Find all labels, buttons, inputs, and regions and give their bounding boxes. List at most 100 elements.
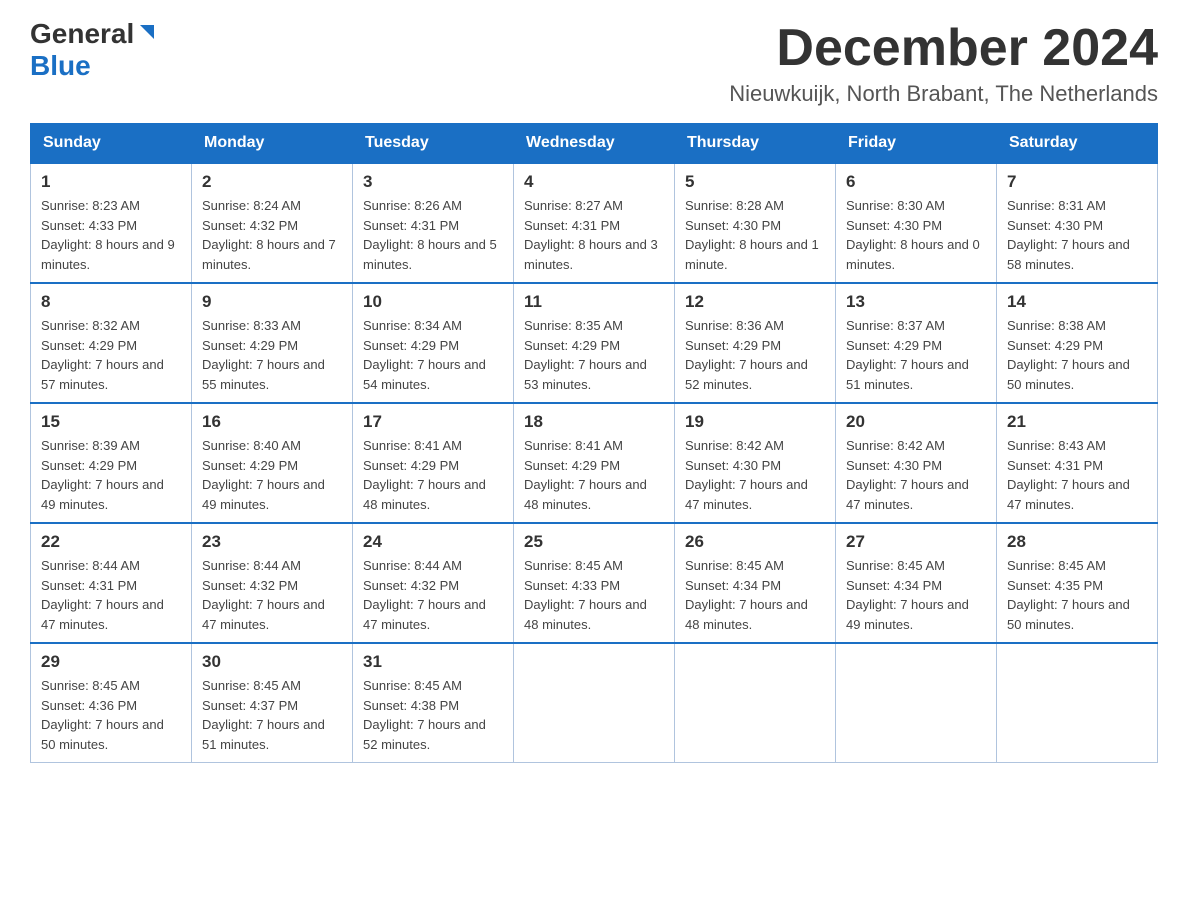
table-row: 5 Sunrise: 8:28 AM Sunset: 4:30 PM Dayli… [675,163,836,283]
table-row: 17 Sunrise: 8:41 AM Sunset: 4:29 PM Dayl… [353,403,514,523]
day-info: Sunrise: 8:37 AM Sunset: 4:29 PM Dayligh… [846,316,986,394]
table-row: 30 Sunrise: 8:45 AM Sunset: 4:37 PM Dayl… [192,643,353,763]
day-info: Sunrise: 8:41 AM Sunset: 4:29 PM Dayligh… [524,436,664,514]
day-number: 30 [202,652,342,672]
calendar-week-row: 8 Sunrise: 8:32 AM Sunset: 4:29 PM Dayli… [31,283,1158,403]
table-row: 3 Sunrise: 8:26 AM Sunset: 4:31 PM Dayli… [353,163,514,283]
main-title: December 2024 [729,20,1158,77]
day-number: 2 [202,172,342,192]
table-row: 31 Sunrise: 8:45 AM Sunset: 4:38 PM Dayl… [353,643,514,763]
logo-general: General [30,20,134,48]
day-info: Sunrise: 8:45 AM Sunset: 4:37 PM Dayligh… [202,676,342,754]
title-section: December 2024 Nieuwkuijk, North Brabant,… [729,20,1158,107]
table-row [675,643,836,763]
day-number: 10 [363,292,503,312]
table-row: 15 Sunrise: 8:39 AM Sunset: 4:29 PM Dayl… [31,403,192,523]
table-row: 22 Sunrise: 8:44 AM Sunset: 4:31 PM Dayl… [31,523,192,643]
table-row: 12 Sunrise: 8:36 AM Sunset: 4:29 PM Dayl… [675,283,836,403]
table-row: 21 Sunrise: 8:43 AM Sunset: 4:31 PM Dayl… [997,403,1158,523]
day-info: Sunrise: 8:23 AM Sunset: 4:33 PM Dayligh… [41,196,181,274]
day-number: 1 [41,172,181,192]
day-info: Sunrise: 8:45 AM Sunset: 4:38 PM Dayligh… [363,676,503,754]
table-row: 8 Sunrise: 8:32 AM Sunset: 4:29 PM Dayli… [31,283,192,403]
day-info: Sunrise: 8:44 AM Sunset: 4:32 PM Dayligh… [202,556,342,634]
table-row: 24 Sunrise: 8:44 AM Sunset: 4:32 PM Dayl… [353,523,514,643]
day-info: Sunrise: 8:32 AM Sunset: 4:29 PM Dayligh… [41,316,181,394]
day-number: 24 [363,532,503,552]
table-row [836,643,997,763]
day-number: 21 [1007,412,1147,432]
day-number: 7 [1007,172,1147,192]
day-info: Sunrise: 8:34 AM Sunset: 4:29 PM Dayligh… [363,316,503,394]
day-number: 12 [685,292,825,312]
calendar-header-row: Sunday Monday Tuesday Wednesday Thursday… [31,124,1158,164]
day-number: 23 [202,532,342,552]
table-row: 20 Sunrise: 8:42 AM Sunset: 4:30 PM Dayl… [836,403,997,523]
day-info: Sunrise: 8:45 AM Sunset: 4:36 PM Dayligh… [41,676,181,754]
day-info: Sunrise: 8:44 AM Sunset: 4:32 PM Dayligh… [363,556,503,634]
day-info: Sunrise: 8:24 AM Sunset: 4:32 PM Dayligh… [202,196,342,274]
page-header: General Blue December 2024 Nieuwkuijk, N… [30,20,1158,107]
header-friday: Friday [836,124,997,164]
day-info: Sunrise: 8:45 AM Sunset: 4:35 PM Dayligh… [1007,556,1147,634]
day-info: Sunrise: 8:42 AM Sunset: 4:30 PM Dayligh… [685,436,825,514]
day-number: 28 [1007,532,1147,552]
table-row [514,643,675,763]
day-number: 27 [846,532,986,552]
day-number: 8 [41,292,181,312]
day-number: 20 [846,412,986,432]
day-info: Sunrise: 8:33 AM Sunset: 4:29 PM Dayligh… [202,316,342,394]
day-number: 11 [524,292,664,312]
table-row: 29 Sunrise: 8:45 AM Sunset: 4:36 PM Dayl… [31,643,192,763]
day-info: Sunrise: 8:45 AM Sunset: 4:33 PM Dayligh… [524,556,664,634]
table-row: 13 Sunrise: 8:37 AM Sunset: 4:29 PM Dayl… [836,283,997,403]
day-number: 17 [363,412,503,432]
day-info: Sunrise: 8:45 AM Sunset: 4:34 PM Dayligh… [685,556,825,634]
day-number: 14 [1007,292,1147,312]
day-info: Sunrise: 8:42 AM Sunset: 4:30 PM Dayligh… [846,436,986,514]
day-number: 6 [846,172,986,192]
day-info: Sunrise: 8:44 AM Sunset: 4:31 PM Dayligh… [41,556,181,634]
calendar-table: Sunday Monday Tuesday Wednesday Thursday… [30,123,1158,763]
day-info: Sunrise: 8:35 AM Sunset: 4:29 PM Dayligh… [524,316,664,394]
day-number: 31 [363,652,503,672]
subtitle: Nieuwkuijk, North Brabant, The Netherlan… [729,81,1158,107]
table-row: 4 Sunrise: 8:27 AM Sunset: 4:31 PM Dayli… [514,163,675,283]
header-monday: Monday [192,124,353,164]
table-row: 23 Sunrise: 8:44 AM Sunset: 4:32 PM Dayl… [192,523,353,643]
table-row: 25 Sunrise: 8:45 AM Sunset: 4:33 PM Dayl… [514,523,675,643]
table-row: 9 Sunrise: 8:33 AM Sunset: 4:29 PM Dayli… [192,283,353,403]
table-row: 2 Sunrise: 8:24 AM Sunset: 4:32 PM Dayli… [192,163,353,283]
day-number: 15 [41,412,181,432]
day-number: 3 [363,172,503,192]
day-info: Sunrise: 8:36 AM Sunset: 4:29 PM Dayligh… [685,316,825,394]
day-number: 25 [524,532,664,552]
day-info: Sunrise: 8:26 AM Sunset: 4:31 PM Dayligh… [363,196,503,274]
day-number: 22 [41,532,181,552]
table-row: 18 Sunrise: 8:41 AM Sunset: 4:29 PM Dayl… [514,403,675,523]
logo-arrow-icon [136,21,158,43]
day-number: 16 [202,412,342,432]
day-number: 5 [685,172,825,192]
table-row: 1 Sunrise: 8:23 AM Sunset: 4:33 PM Dayli… [31,163,192,283]
day-info: Sunrise: 8:28 AM Sunset: 4:30 PM Dayligh… [685,196,825,274]
table-row: 11 Sunrise: 8:35 AM Sunset: 4:29 PM Dayl… [514,283,675,403]
table-row: 19 Sunrise: 8:42 AM Sunset: 4:30 PM Dayl… [675,403,836,523]
header-saturday: Saturday [997,124,1158,164]
day-number: 29 [41,652,181,672]
calendar-week-row: 1 Sunrise: 8:23 AM Sunset: 4:33 PM Dayli… [31,163,1158,283]
table-row: 7 Sunrise: 8:31 AM Sunset: 4:30 PM Dayli… [997,163,1158,283]
table-row: 6 Sunrise: 8:30 AM Sunset: 4:30 PM Dayli… [836,163,997,283]
day-number: 4 [524,172,664,192]
calendar-week-row: 29 Sunrise: 8:45 AM Sunset: 4:36 PM Dayl… [31,643,1158,763]
header-wednesday: Wednesday [514,124,675,164]
day-info: Sunrise: 8:41 AM Sunset: 4:29 PM Dayligh… [363,436,503,514]
day-info: Sunrise: 8:40 AM Sunset: 4:29 PM Dayligh… [202,436,342,514]
day-info: Sunrise: 8:38 AM Sunset: 4:29 PM Dayligh… [1007,316,1147,394]
day-number: 9 [202,292,342,312]
header-sunday: Sunday [31,124,192,164]
day-number: 18 [524,412,664,432]
table-row: 10 Sunrise: 8:34 AM Sunset: 4:29 PM Dayl… [353,283,514,403]
day-info: Sunrise: 8:43 AM Sunset: 4:31 PM Dayligh… [1007,436,1147,514]
header-tuesday: Tuesday [353,124,514,164]
